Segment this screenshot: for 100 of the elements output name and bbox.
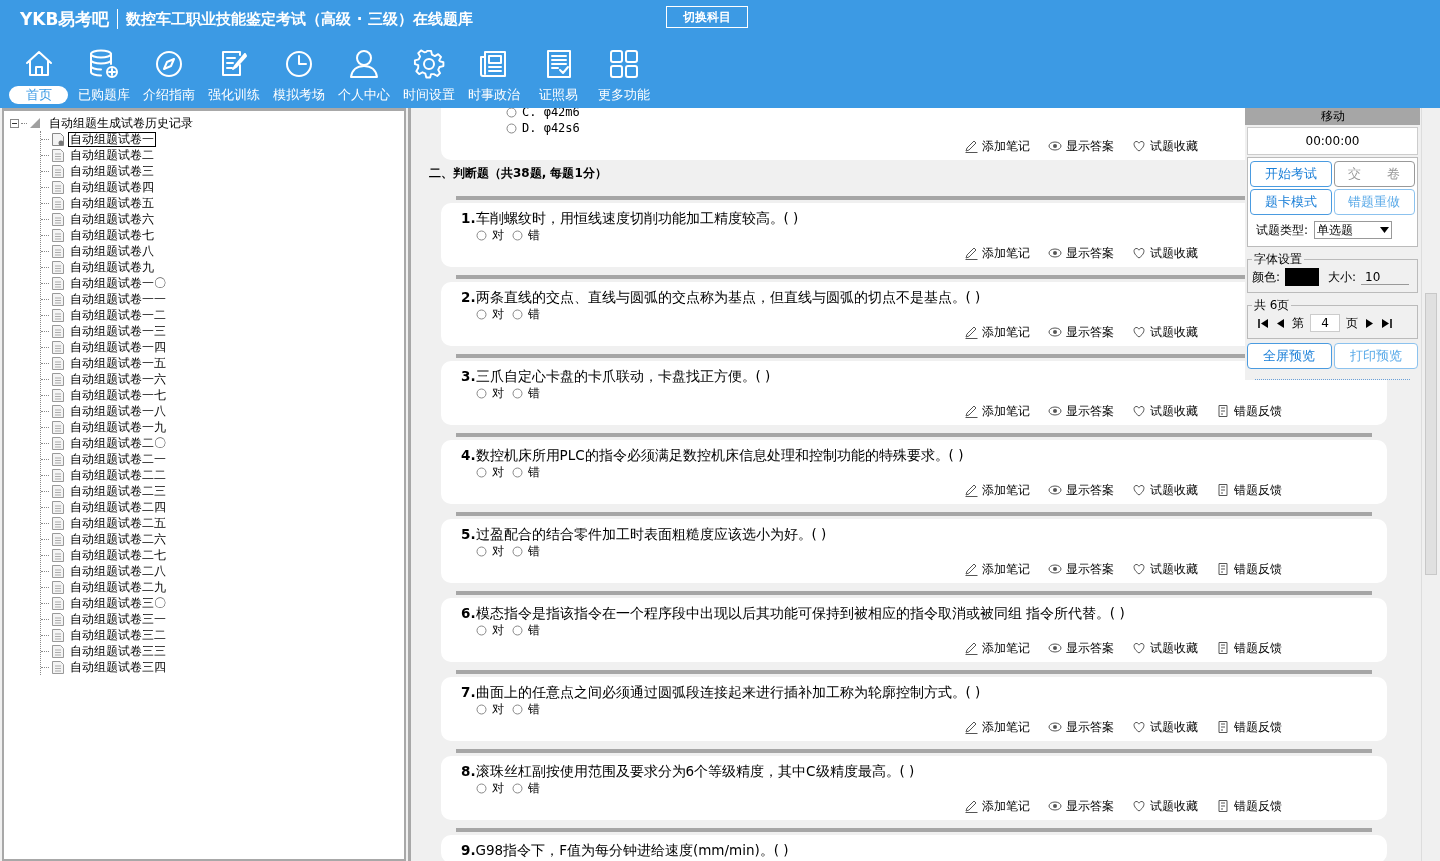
answer-link[interactable]: 显示答案 xyxy=(1048,402,1114,420)
panel-button[interactable]: 题卡模式 xyxy=(1250,189,1332,215)
tree-item[interactable]: 自动组题试卷八 xyxy=(68,243,156,259)
panel-button[interactable]: 开始考试 xyxy=(1250,161,1332,187)
preview-button[interactable]: 全屏预览 xyxy=(1247,343,1332,369)
radio-button[interactable] xyxy=(512,624,523,636)
last-page-icon[interactable] xyxy=(1381,318,1392,328)
tree-root-label[interactable]: 自动组题生成试卷历史记录 xyxy=(47,115,195,131)
note-link[interactable]: 添加笔记 xyxy=(964,797,1030,815)
feedback-link[interactable]: 错题反馈 xyxy=(1216,797,1282,815)
answer-link[interactable]: 显示答案 xyxy=(1048,244,1114,262)
radio-button[interactable] xyxy=(476,387,487,399)
page-field[interactable]: 4 xyxy=(1310,314,1340,332)
note-link[interactable]: 添加笔记 xyxy=(964,402,1030,420)
scrollbar[interactable] xyxy=(1421,108,1440,861)
tree-item[interactable]: 自动组题试卷二〇 xyxy=(68,435,168,451)
size-field[interactable]: 10 xyxy=(1361,269,1410,285)
favorite-link[interactable]: 试题收藏 xyxy=(1132,639,1198,657)
feedback-link[interactable]: 错题反馈 xyxy=(1216,639,1282,657)
tree-item[interactable]: 自动组题试卷一二 xyxy=(68,307,168,323)
color-swatch[interactable] xyxy=(1285,268,1320,286)
tree-item[interactable]: 自动组题试卷二七 xyxy=(68,547,168,563)
answer-link[interactable]: 显示答案 xyxy=(1048,481,1114,499)
previous-page-icon[interactable] xyxy=(1275,318,1286,328)
type-dropdown[interactable]: 单选题 xyxy=(1314,221,1393,239)
tree-item[interactable]: 自动组题试卷七 xyxy=(68,227,156,243)
radio-button[interactable] xyxy=(476,229,487,241)
favorite-link[interactable]: 试题收藏 xyxy=(1132,244,1198,262)
answer-link[interactable]: 显示答案 xyxy=(1048,323,1114,341)
favorite-link[interactable]: 试题收藏 xyxy=(1132,797,1198,815)
answer-link[interactable]: 显示答案 xyxy=(1048,639,1114,657)
tree-item[interactable]: 自动组题试卷一 xyxy=(68,131,156,147)
tree-item[interactable]: 自动组题试卷一八 xyxy=(68,403,168,419)
tree-item[interactable]: 自动组题试卷一五 xyxy=(68,355,168,371)
collapse-icon[interactable] xyxy=(10,118,19,128)
radio-button[interactable] xyxy=(512,782,523,794)
tree-item[interactable]: 自动组题试卷四 xyxy=(68,179,156,195)
answer-link[interactable]: 显示答案 xyxy=(1048,797,1114,815)
radio-button[interactable] xyxy=(476,308,487,320)
feedback-link[interactable]: 错题反馈 xyxy=(1216,560,1282,578)
feedback-link[interactable]: 错题反馈 xyxy=(1216,481,1282,499)
radio-button[interactable] xyxy=(476,782,487,794)
radio-button[interactable] xyxy=(506,122,517,134)
tree-item[interactable]: 自动组题试卷二八 xyxy=(68,563,168,579)
answer-link[interactable]: 显示答案 xyxy=(1048,137,1114,155)
favorite-link[interactable]: 试题收藏 xyxy=(1132,481,1198,499)
tree-item[interactable]: 自动组题试卷二一 xyxy=(68,451,168,467)
note-link[interactable]: 添加笔记 xyxy=(964,323,1030,341)
note-link[interactable]: 添加笔记 xyxy=(964,244,1030,262)
radio-button[interactable] xyxy=(512,703,523,715)
tree-item[interactable]: 自动组题试卷二二 xyxy=(68,467,168,483)
radio-button[interactable] xyxy=(512,545,523,557)
note-link[interactable]: 添加笔记 xyxy=(964,718,1030,736)
next-page-icon[interactable] xyxy=(1364,318,1375,328)
favorite-link[interactable]: 试题收藏 xyxy=(1132,560,1198,578)
tree-item[interactable]: 自动组题试卷一九 xyxy=(68,419,168,435)
first-page-icon[interactable] xyxy=(1258,318,1269,328)
favorite-link[interactable]: 试题收藏 xyxy=(1132,137,1198,155)
tree-item[interactable]: 自动组题试卷一四 xyxy=(68,339,168,355)
tree-item[interactable]: 自动组题试卷三〇 xyxy=(68,595,168,611)
tree-item[interactable]: 自动组题试卷三一 xyxy=(68,611,168,627)
tree-item[interactable]: 自动组题试卷二三 xyxy=(68,483,168,499)
favorite-link[interactable]: 试题收藏 xyxy=(1132,323,1198,341)
tree-item[interactable]: 自动组题试卷三二 xyxy=(68,627,168,643)
favorite-link[interactable]: 试题收藏 xyxy=(1132,402,1198,420)
radio-button[interactable] xyxy=(512,308,523,320)
note-link[interactable]: 添加笔记 xyxy=(964,137,1030,155)
feedback-link[interactable]: 错题反馈 xyxy=(1216,718,1282,736)
tree-item[interactable]: 自动组题试卷一一 xyxy=(68,291,168,307)
tree-item[interactable]: 自动组题试卷三三 xyxy=(68,643,168,659)
note-link[interactable]: 添加笔记 xyxy=(964,481,1030,499)
tree-item[interactable]: 自动组题试卷一六 xyxy=(68,371,168,387)
note-link[interactable]: 添加笔记 xyxy=(964,560,1030,578)
radio-button[interactable] xyxy=(512,387,523,399)
radio-button[interactable] xyxy=(506,108,517,118)
answer-link[interactable]: 显示答案 xyxy=(1048,718,1114,736)
tree-item[interactable]: 自动组题试卷一三 xyxy=(68,323,168,339)
note-link[interactable]: 添加笔记 xyxy=(964,639,1030,657)
answer-link[interactable]: 显示答案 xyxy=(1048,560,1114,578)
tree-item[interactable]: 自动组题试卷二五 xyxy=(68,515,168,531)
tree-item[interactable]: 自动组题试卷二四 xyxy=(68,499,168,515)
tree-item[interactable]: 自动组题试卷二六 xyxy=(68,531,168,547)
radio-button[interactable] xyxy=(476,624,487,636)
radio-button[interactable] xyxy=(476,466,487,478)
panel-title-bar[interactable]: 移动 xyxy=(1245,108,1420,125)
radio-button[interactable] xyxy=(476,545,487,557)
tree-item[interactable]: 自动组题试卷二九 xyxy=(68,579,168,595)
tree-item[interactable]: 自动组题试卷九 xyxy=(68,259,156,275)
radio-button[interactable] xyxy=(512,229,523,241)
tree-item[interactable]: 自动组题试卷五 xyxy=(68,195,156,211)
tree-item[interactable]: 自动组题试卷六 xyxy=(68,211,156,227)
tree-item[interactable]: 自动组题试卷三四 xyxy=(68,659,168,675)
tree-item[interactable]: 自动组题试卷一七 xyxy=(68,387,168,403)
tree-item[interactable]: 自动组题试卷二 xyxy=(68,147,156,163)
radio-button[interactable] xyxy=(476,703,487,715)
radio-button[interactable] xyxy=(512,466,523,478)
tree-item[interactable]: 自动组题试卷一〇 xyxy=(68,275,168,291)
feedback-link[interactable]: 错题反馈 xyxy=(1216,402,1282,420)
tree-item[interactable]: 自动组题试卷三 xyxy=(68,163,156,179)
favorite-link[interactable]: 试题收藏 xyxy=(1132,718,1198,736)
